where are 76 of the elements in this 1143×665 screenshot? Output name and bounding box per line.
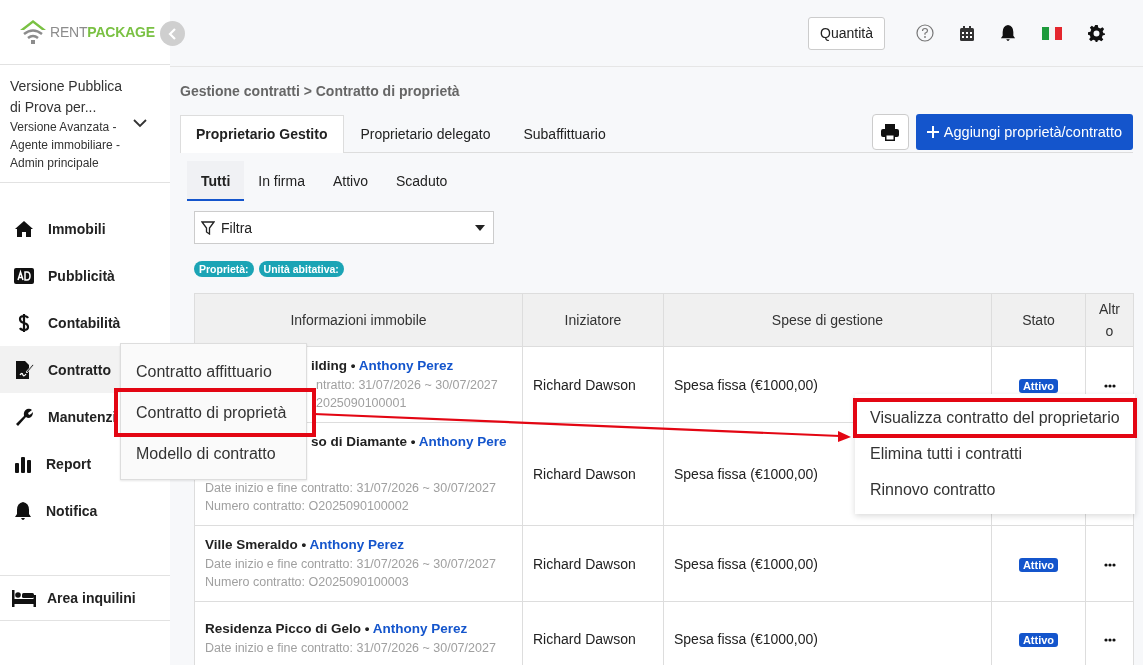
tab[interactable]: Scaduto	[382, 161, 462, 201]
quantity-button[interactable]: Quantità	[808, 16, 885, 50]
column-header: Stato	[991, 293, 1086, 347]
logo-text: RENTPACKAGE	[50, 24, 155, 40]
table-cell: Spesa fissa (€1000,00)	[674, 630, 818, 647]
add-button[interactable]: Aggiungi proprietà/contratto	[915, 114, 1133, 150]
sidebar-item[interactable]: Notifica	[0, 487, 170, 534]
tab[interactable]: Tutti	[187, 161, 245, 201]
document-pen-icon	[14, 359, 34, 380]
property-title: Ville Smeraldo • Anthony Perez	[205, 536, 406, 554]
caret-icon	[475, 224, 485, 231]
status-badge: Attivo	[1018, 557, 1059, 572]
status-badge: Attivo	[1018, 632, 1059, 647]
column-header: Spese di gestione	[663, 293, 992, 347]
more-icon[interactable]	[1103, 637, 1116, 642]
logo-icon	[18, 18, 48, 46]
tag: Proprietà:	[194, 261, 254, 277]
tab[interactable]: Proprietario delegato	[344, 115, 508, 152]
contract-detail: Numero contratto: O2025090100003	[205, 574, 410, 591]
sidebar-item[interactable]: Immobili	[0, 205, 170, 252]
column-header: Altro	[1085, 293, 1134, 347]
table-cell: Richard Dawson	[533, 555, 636, 572]
contract-detail: Date inizio e fine contratto: 31/07/2026 ~ 30/07/2027	[205, 556, 497, 573]
help-icon[interactable]	[916, 24, 934, 42]
settings-icon[interactable]	[1088, 24, 1105, 42]
owner-link[interactable]: Anthony Perez	[358, 358, 454, 373]
more-icon[interactable]	[1103, 562, 1116, 567]
calendar-icon[interactable]	[960, 25, 974, 41]
contract-detail: Numero contratto: O2025090100002	[205, 498, 410, 515]
chevron-down-icon[interactable]	[133, 119, 147, 128]
contract-detail: Date inizio e fine contratto: 31/07/2026 ~ 30/07/2027	[205, 480, 497, 497]
column-header: Informazioni immobile	[194, 293, 523, 347]
contract-detail: ntratto: 31/07/2026 ~ 30/07/2027	[315, 377, 499, 394]
tab[interactable]: Proprietario Gestito	[180, 115, 345, 153]
account-subtitle: Versione Avanzata - Agente immobiliare - Admin principale	[10, 118, 122, 172]
plus-icon	[926, 126, 939, 138]
wrench-icon	[14, 406, 34, 427]
tab[interactable]: Subaffittuario	[507, 115, 623, 152]
sidebar-item[interactable]: Pubblicità	[0, 252, 170, 299]
table-cell: Spesa fissa (€1000,00)	[674, 555, 818, 572]
table-cell: Richard Dawson	[533, 630, 636, 647]
bell-icon[interactable]	[1000, 24, 1016, 42]
flag-icon[interactable]	[1042, 26, 1062, 40]
home-icon	[14, 219, 34, 238]
status-badge: Attivo	[1018, 378, 1059, 393]
menu-item[interactable]: Visualizza contratto del proprietario	[855, 400, 1135, 436]
column-header: Iniziatore	[522, 293, 664, 347]
more-icon[interactable]	[1103, 383, 1116, 388]
contract-detail: Date inizio e fine contratto: 31/07/2026 ~ 30/07/2027	[205, 640, 497, 657]
table-cell: Richard Dawson	[533, 376, 636, 393]
table-cell: Spesa fissa (€1000,00)	[674, 376, 818, 393]
print-button[interactable]	[871, 114, 909, 150]
sidebar-item[interactable]: Area inquilini	[0, 576, 170, 620]
tab[interactable]: Attivo	[318, 161, 382, 201]
owner-link[interactable]: Anthony Perez	[372, 621, 468, 636]
tab[interactable]: In firma	[244, 161, 319, 201]
printer-icon	[881, 123, 900, 141]
menu-item[interactable]: Modello di contratto	[121, 433, 306, 474]
ad-icon	[14, 267, 34, 284]
tag: Unità abitativa:	[258, 261, 344, 277]
chevron-left-icon	[167, 27, 178, 40]
menu-item[interactable]: Rinnovo contratto	[855, 472, 1135, 508]
filter-dropdown[interactable]: Filtra	[194, 211, 494, 244]
bar-chart-icon	[14, 454, 32, 473]
table-cell: Spesa fissa (€1000,00)	[674, 466, 818, 482]
menu-item[interactable]: Elimina tutti i contratti	[855, 436, 1135, 472]
table-cell: Richard Dawson	[533, 466, 636, 482]
property-title: Residenza Picco di Gelo • Anthony Perez	[205, 620, 469, 638]
account-title: Versione Pubblica di Prova per...	[10, 76, 124, 117]
bell-icon	[14, 500, 32, 521]
breadcrumb: Gestione contratti > Contratto di proprietà	[180, 83, 461, 99]
bed-icon	[12, 589, 36, 607]
filter-icon	[201, 220, 215, 235]
owner-link[interactable]: Anthony Perez	[309, 537, 405, 552]
owner-link[interactable]: Anthony Pere	[418, 434, 507, 449]
sidebar-item[interactable]: Contabilità	[0, 299, 170, 346]
